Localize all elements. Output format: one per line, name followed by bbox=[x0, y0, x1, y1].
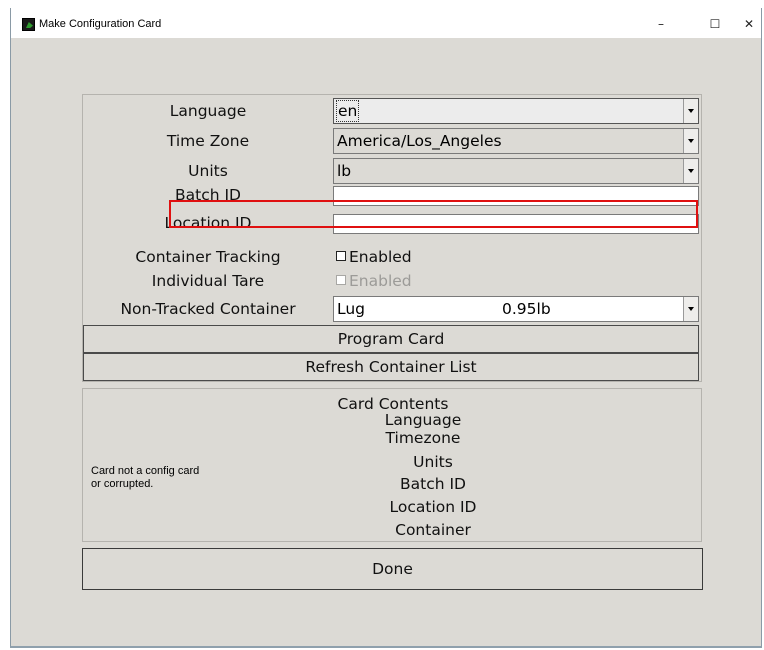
container-name: Lug bbox=[337, 300, 366, 318]
non-tracked-container-label: Non-Tracked Container bbox=[120, 300, 296, 318]
highlight-box bbox=[169, 200, 698, 228]
language-value: en bbox=[336, 100, 360, 122]
non-tracked-container-row: Non-Tracked Container Lug 0.95lb bbox=[83, 295, 703, 323]
close-button[interactable]: ✕ bbox=[739, 15, 759, 33]
units-label: Units bbox=[188, 162, 228, 180]
individual-tare-checkbox-label: Enabled bbox=[349, 272, 412, 290]
language-row: Language en bbox=[83, 97, 703, 125]
individual-tare-row: Individual Tare Enabled bbox=[83, 267, 703, 295]
container-weight: 0.95lb bbox=[502, 300, 551, 318]
title-bar: Make Configuration Card – ☐ ✕ bbox=[11, 8, 761, 38]
window-title: Make Configuration Card bbox=[39, 18, 162, 30]
checkbox-icon[interactable] bbox=[336, 251, 346, 261]
language-select[interactable]: en bbox=[333, 98, 699, 124]
contents-timezone: Timezone bbox=[385, 429, 461, 447]
time-zone-label: Time Zone bbox=[166, 132, 250, 150]
chevron-down-icon[interactable] bbox=[683, 129, 698, 153]
time-zone-value: America/Los_Angeles bbox=[337, 132, 502, 150]
contents-language: Language bbox=[384, 411, 462, 429]
time-zone-row: Time Zone America/Los_Angeles bbox=[83, 127, 703, 155]
minimize-button[interactable]: – bbox=[651, 15, 671, 33]
chevron-down-icon[interactable] bbox=[683, 99, 698, 123]
units-value: lb bbox=[337, 162, 352, 180]
done-button[interactable]: Done bbox=[82, 548, 703, 590]
chevron-down-icon[interactable] bbox=[683, 159, 698, 183]
checkbox-icon bbox=[336, 275, 346, 285]
app-icon bbox=[22, 18, 35, 31]
container-tracking-checkbox-label: Enabled bbox=[349, 248, 412, 266]
time-zone-select[interactable]: America/Los_Angeles bbox=[333, 128, 699, 154]
individual-tare-checkbox: Enabled bbox=[333, 267, 412, 295]
status-message-line2: or corrupted. bbox=[91, 478, 154, 490]
contents-container: Container bbox=[395, 521, 471, 539]
card-contents-panel: Card Contents Language Timezone Units Ba… bbox=[82, 388, 702, 542]
units-select[interactable]: lb bbox=[333, 158, 699, 184]
chevron-down-icon[interactable] bbox=[683, 297, 698, 321]
contents-location-id: Location ID bbox=[389, 498, 477, 516]
units-row: Units lb bbox=[83, 157, 703, 185]
settings-panel: Language en Time Zone America/Los_Angele… bbox=[82, 94, 702, 382]
non-tracked-container-select[interactable]: Lug 0.95lb bbox=[333, 296, 699, 322]
individual-tare-label: Individual Tare bbox=[151, 272, 265, 290]
language-label: Language bbox=[169, 102, 247, 120]
status-message-line1: Card not a config card bbox=[91, 465, 200, 477]
program-card-button[interactable]: Program Card bbox=[83, 325, 699, 353]
maximize-button[interactable]: ☐ bbox=[705, 15, 725, 33]
refresh-container-list-button[interactable]: Refresh Container List bbox=[83, 353, 699, 381]
contents-batch-id: Batch ID bbox=[400, 475, 466, 493]
